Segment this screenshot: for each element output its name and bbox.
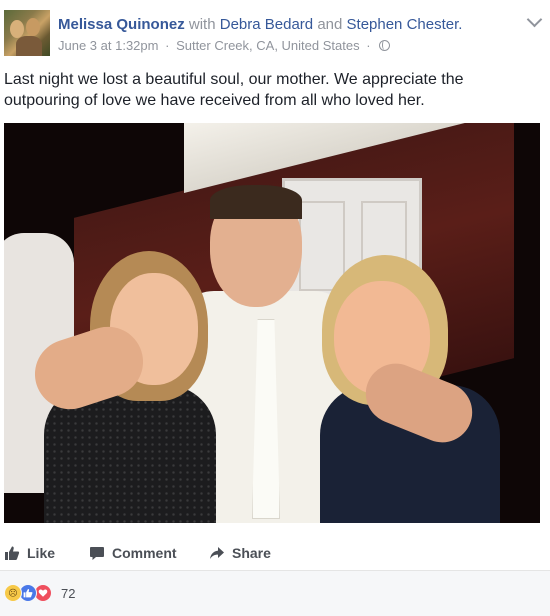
like-label: Like: [27, 545, 56, 561]
chevron-down-icon[interactable]: [526, 11, 543, 28]
and-text: and: [317, 16, 343, 33]
post-meta: June 3 at 1:32pm · Sutter Creek, CA, Uni…: [58, 37, 391, 54]
comment-button[interactable]: Comment: [89, 543, 177, 563]
author-name-link[interactable]: Melissa Quinonez: [58, 16, 185, 33]
share-label: Share: [232, 545, 271, 561]
share-button[interactable]: Share: [209, 543, 271, 563]
reactions-bar: ☹ 72: [0, 571, 550, 616]
like-button[interactable]: Like: [4, 543, 55, 563]
post-header-names: Melissa Quinonez with Debra Bedard and S…: [58, 15, 462, 34]
post-timestamp[interactable]: June 3 at 1:32pm: [58, 38, 158, 53]
with-text: with: [188, 16, 216, 33]
post-actions-bar: Like Comment Share: [0, 535, 550, 571]
meta-separator: ·: [366, 38, 371, 53]
globe-icon[interactable]: [379, 40, 391, 51]
share-arrow-icon: [210, 547, 224, 559]
sad-reaction-icon[interactable]: ☹: [4, 584, 22, 602]
comment-label: Comment: [112, 545, 177, 561]
meta-separator: ·: [165, 38, 170, 53]
post-location[interactable]: Sutter Creek, CA, United States: [176, 38, 360, 53]
tagged-person-link-2[interactable]: Stephen Chester.: [347, 16, 463, 33]
reaction-count[interactable]: 72: [61, 586, 75, 601]
speech-bubble-icon: [90, 547, 104, 560]
thumbs-up-icon: [5, 546, 20, 560]
post-text: Last night we lost a beautiful soul, our…: [4, 71, 464, 109]
facebook-post: Melissa Quinonez with Debra Bedard and S…: [0, 0, 550, 616]
tagged-person-link-1[interactable]: Debra Bedard: [220, 16, 313, 33]
author-avatar[interactable]: [4, 10, 50, 56]
post-photo[interactable]: [4, 123, 540, 523]
